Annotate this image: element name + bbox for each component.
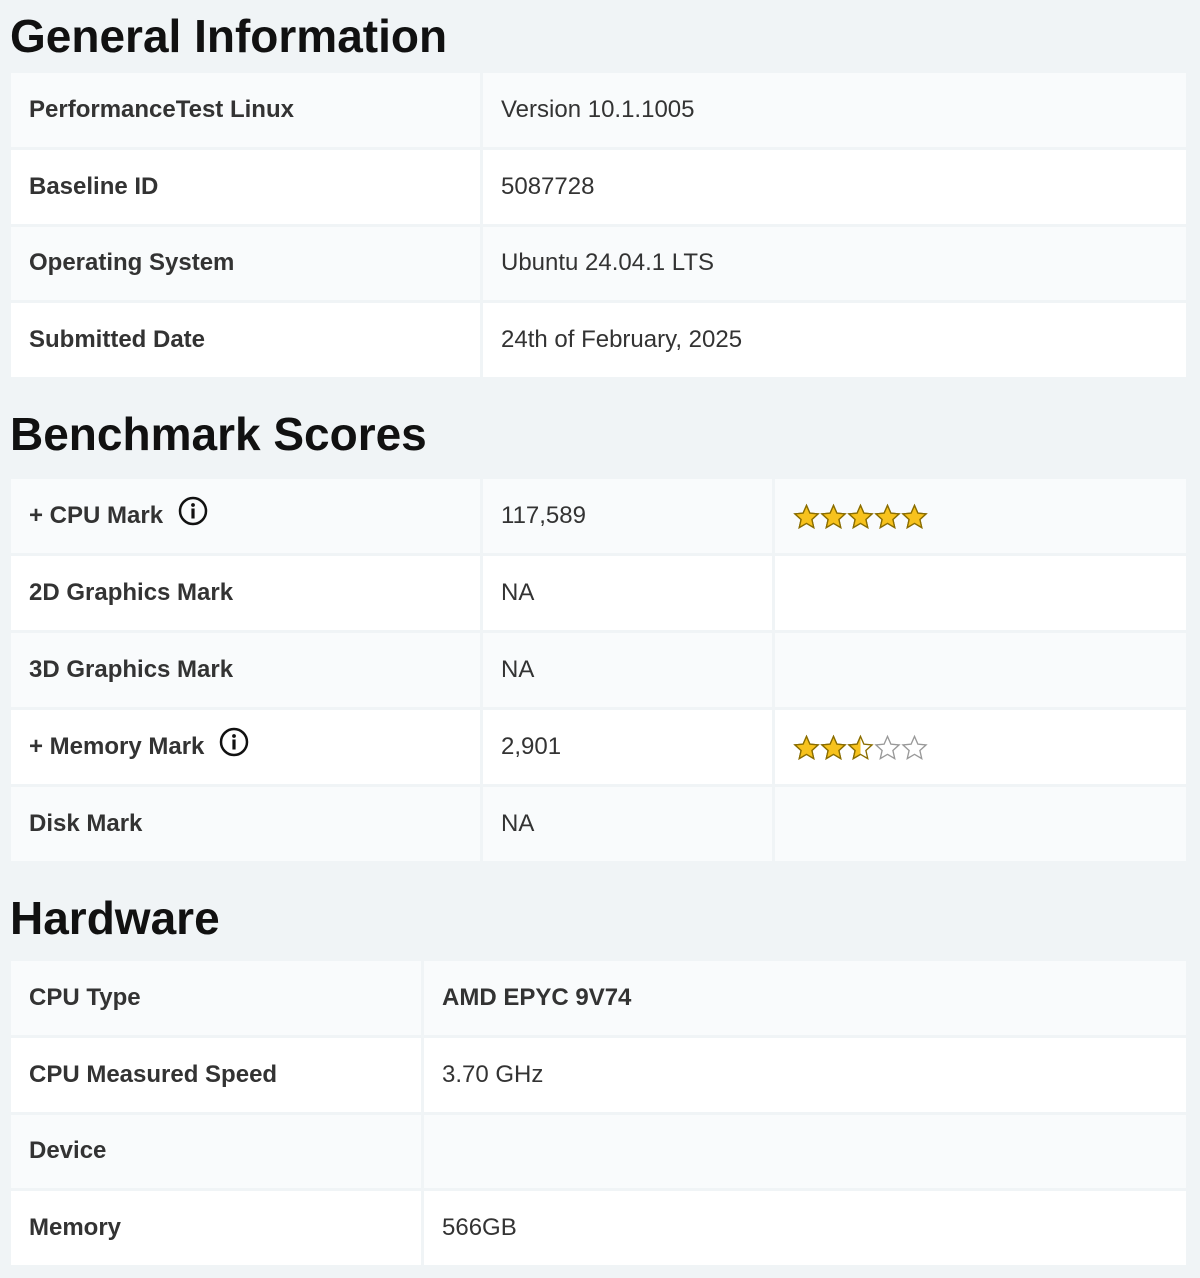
memory-mark-cell[interactable]: + Memory Mark bbox=[11, 710, 480, 784]
disk-mark-value: NA bbox=[483, 787, 772, 861]
star-icon bbox=[793, 734, 820, 761]
table-row: 2D Graphics Mark NA bbox=[11, 556, 1186, 630]
table-row: 3D Graphics Mark NA bbox=[11, 633, 1186, 707]
memory-mark-rating bbox=[775, 710, 1186, 784]
cpu-type-label: CPU Type bbox=[11, 961, 421, 1035]
version-value: Version 10.1.1005 bbox=[483, 73, 1186, 147]
star-icon bbox=[793, 503, 820, 530]
3d-graphics-mark-label: 3D Graphics Mark bbox=[11, 633, 480, 707]
device-label: Device bbox=[11, 1114, 421, 1189]
submitted-date-label: Submitted Date bbox=[11, 303, 480, 377]
star-icon bbox=[820, 734, 847, 761]
star-icon bbox=[847, 734, 874, 761]
cpu-mark-label[interactable]: + CPU Mark bbox=[29, 501, 163, 528]
table-row: CPU Type AMD EPYC 9V74 bbox=[11, 961, 1186, 1035]
cpu-type-link[interactable]: AMD EPYC 9V74 bbox=[424, 961, 1186, 1035]
info-circle-icon[interactable] bbox=[219, 727, 249, 764]
cpu-measured-speed-label: CPU Measured Speed bbox=[11, 1037, 421, 1112]
table-row: PerformanceTest Linux Version 10.1.1005 bbox=[11, 73, 1186, 147]
table-row: Operating System Ubuntu 24.04.1 LTS bbox=[11, 226, 1186, 301]
performancetest-link[interactable]: PerformanceTest Linux bbox=[11, 73, 480, 147]
star-rating bbox=[793, 503, 928, 530]
table-row: + Memory Mark 2,901 bbox=[11, 710, 1186, 784]
cpu-measured-speed-value: 3.70 GHz bbox=[424, 1037, 1186, 1112]
hardware-table: CPU Type AMD EPYC 9V74 CPU Measured Spee… bbox=[8, 958, 1189, 1268]
table-row: Memory 566GB bbox=[11, 1191, 1186, 1265]
star-icon bbox=[874, 503, 901, 530]
baseline-id-label: Baseline ID bbox=[11, 149, 480, 224]
memory-mark-label[interactable]: + Memory Mark bbox=[29, 732, 204, 759]
star-icon bbox=[820, 503, 847, 530]
2d-graphics-mark-value: NA bbox=[483, 556, 772, 630]
benchmark-scores-heading: Benchmark Scores bbox=[10, 408, 427, 460]
star-icon bbox=[874, 734, 901, 761]
operating-system-label: Operating System bbox=[11, 226, 480, 301]
cpu-mark-value: 117,589 bbox=[483, 479, 772, 553]
3d-graphics-mark-value: NA bbox=[483, 633, 772, 707]
info-circle-icon[interactable] bbox=[178, 496, 208, 533]
table-row: Device bbox=[11, 1114, 1186, 1189]
operating-system-value: Ubuntu 24.04.1 LTS bbox=[483, 226, 1186, 301]
general-information-table: PerformanceTest Linux Version 10.1.1005 … bbox=[8, 70, 1189, 380]
submitted-date-value: 24th of February, 2025 bbox=[483, 303, 1186, 377]
star-icon bbox=[901, 734, 928, 761]
benchmark-scores-table: + CPU Mark 117,589 2D Graphics Mark NA 3… bbox=[8, 476, 1189, 864]
disk-mark-label: Disk Mark bbox=[11, 787, 480, 861]
table-row: CPU Measured Speed 3.70 GHz bbox=[11, 1037, 1186, 1112]
star-rating bbox=[793, 734, 928, 761]
hardware-heading: Hardware bbox=[10, 892, 220, 944]
star-icon bbox=[847, 503, 874, 530]
table-row: Submitted Date 24th of February, 2025 bbox=[11, 303, 1186, 377]
device-value bbox=[424, 1114, 1186, 1189]
2d-graphics-mark-label: 2D Graphics Mark bbox=[11, 556, 480, 630]
cpu-mark-cell[interactable]: + CPU Mark bbox=[11, 479, 480, 553]
disk-mark-rating bbox=[775, 787, 1186, 861]
table-row: Baseline ID 5087728 bbox=[11, 149, 1186, 224]
3d-graphics-mark-rating bbox=[775, 633, 1186, 707]
baseline-id-value: 5087728 bbox=[483, 149, 1186, 224]
table-row: Disk Mark NA bbox=[11, 787, 1186, 861]
memory-mark-value: 2,901 bbox=[483, 710, 772, 784]
cpu-mark-rating bbox=[775, 479, 1186, 553]
general-information-heading: General Information bbox=[10, 10, 448, 62]
table-row: + CPU Mark 117,589 bbox=[11, 479, 1186, 553]
2d-graphics-mark-rating bbox=[775, 556, 1186, 630]
memory-value: 566GB bbox=[424, 1191, 1186, 1265]
memory-label: Memory bbox=[11, 1191, 421, 1265]
star-icon bbox=[901, 503, 928, 530]
